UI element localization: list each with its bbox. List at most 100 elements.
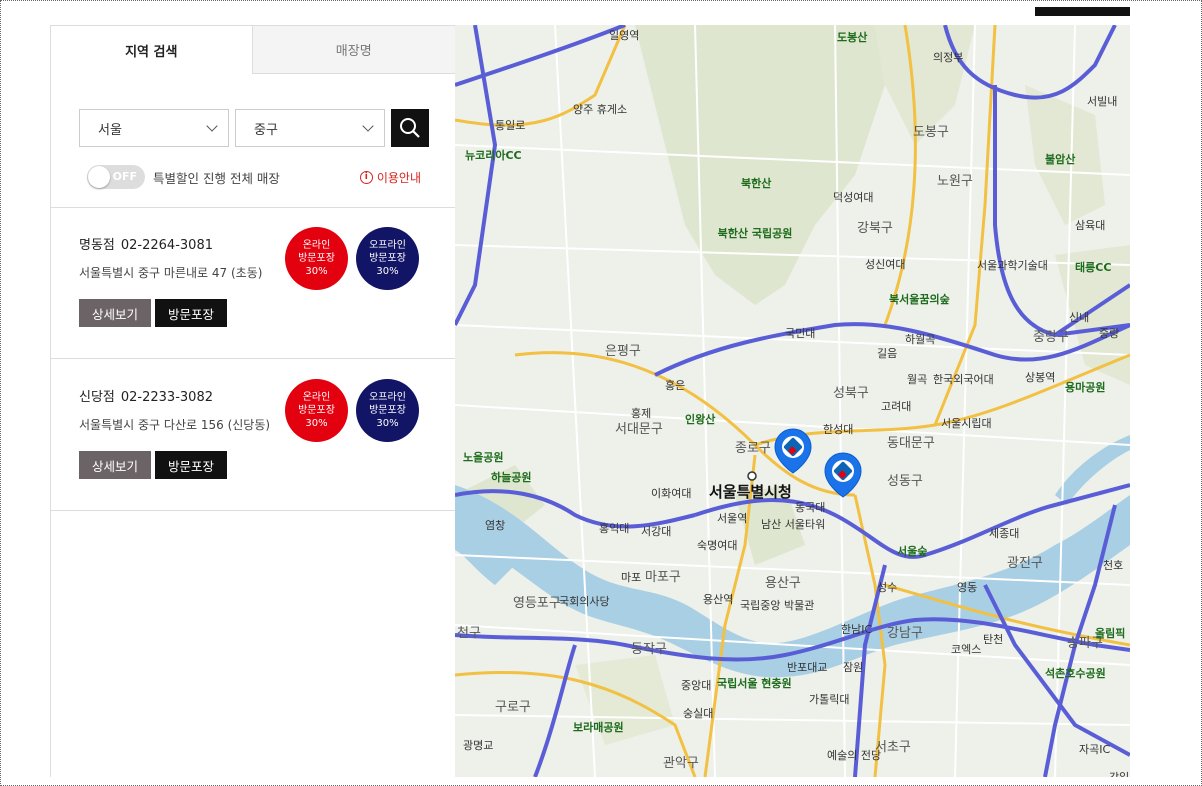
city-select-value: 서울 <box>98 122 122 138</box>
place-label: 남산 서울타워 <box>761 518 825 531</box>
store-search-panel: 지역 검색 매장명 서울 중구 OFF 특별할인 진행 전체 매장 i 이용안내 <box>50 25 456 777</box>
divider <box>51 510 456 511</box>
detail-button[interactable]: 상세보기 <box>79 451 151 479</box>
special-discount-toggle[interactable]: OFF <box>87 165 145 189</box>
pickup-button[interactable]: 방문포장 <box>155 451 227 479</box>
place-label: 탄천 <box>983 632 1003 646</box>
district-label: 노원구 <box>937 174 973 189</box>
usage-guide-label: 이용안내 <box>376 170 421 185</box>
badge-line: 30% <box>305 418 328 429</box>
divider <box>51 358 456 359</box>
chevron-down-icon <box>362 120 374 132</box>
place-label: 잠원 <box>843 661 863 674</box>
place-label: 용산역 <box>703 593 733 606</box>
place-label: 하늘공원 <box>491 470 531 484</box>
store-name: 신당점 <box>79 390 115 405</box>
place-label: 불암산 <box>1045 152 1075 166</box>
store-marker-sindang[interactable] <box>824 452 862 498</box>
badge-line: 온라인 <box>302 392 331 403</box>
place-label: 광명교 <box>463 739 493 752</box>
place-label: 하월곡 <box>905 332 935 346</box>
place-label: 노을공원 <box>463 450 503 464</box>
place-label: 홍제 <box>631 406 651 420</box>
place-label: 성수 <box>877 581 897 594</box>
place-label: 세종대 <box>989 527 1019 540</box>
place-label: 한국외국어대 <box>933 373 994 386</box>
city-select[interactable]: 서울 <box>79 109 229 147</box>
info-icon: i <box>359 170 373 184</box>
place-label: 마포 <box>621 571 641 584</box>
search-button[interactable] <box>391 109 429 147</box>
district-label: 강남구 <box>887 626 923 641</box>
place-label: 염창 <box>485 519 505 532</box>
district-label: 구로구 <box>495 700 531 715</box>
district-label: 성동구 <box>887 474 923 489</box>
detail-button[interactable]: 상세보기 <box>79 299 151 327</box>
tab-region-search[interactable]: 지역 검색 <box>51 25 253 74</box>
offline-pickup-badge: 오프라인 방문포장 30% <box>356 227 419 290</box>
place-label: 서울숲 <box>897 544 927 558</box>
store-map[interactable]: 은평구 서대문구 종로구 성북구 강북구 도봉구 노원구 중랑구 동대문구 성동… <box>455 25 1130 777</box>
badge-line: 방문포장 <box>369 405 406 416</box>
badge-line: 방문포장 <box>298 405 335 416</box>
district-select[interactable]: 중구 <box>235 109 385 147</box>
usage-guide-link[interactable]: i 이용안내 <box>359 169 421 186</box>
place-label: 북한산 <box>741 176 771 190</box>
pickup-button[interactable]: 방문포장 <box>155 299 227 327</box>
district-label: 서대문구 <box>615 422 663 437</box>
place-label: 신내 <box>1069 311 1089 324</box>
region-search-row: 서울 중구 <box>79 109 429 147</box>
place-label: 일영역 <box>609 28 639 42</box>
place-label: 숭실대 <box>683 707 713 720</box>
place-label: 예술의 전당 <box>827 749 881 762</box>
tab-store-name[interactable]: 매장명 <box>252 25 455 74</box>
place-label: 성신여대 <box>865 258 905 271</box>
online-pickup-badge: 온라인 방문포장 30% <box>285 227 348 290</box>
toggle-state: OFF <box>112 170 137 183</box>
place-label: 고려대 <box>881 400 911 413</box>
place-label: 태릉CC <box>1075 260 1111 274</box>
place-label: 국립중앙 박물관 <box>740 599 814 612</box>
place-label: 영동 <box>957 581 977 594</box>
store-actions: 상세보기 방문포장 <box>79 299 227 327</box>
place-label: 석촌호수공원 <box>1045 666 1106 680</box>
city-hall-label: 서울특별시청 <box>709 483 792 501</box>
special-discount-row: OFF 특별할인 진행 전체 매장 i 이용안내 <box>87 165 421 189</box>
district-label: 동작구 <box>631 642 667 657</box>
place-label: 서울시립대 <box>941 417 992 430</box>
special-discount-label: 특별할인 진행 전체 매장 <box>153 170 280 186</box>
search-tabs: 지역 검색 매장명 <box>51 25 455 74</box>
map-canvas[interactable]: 은평구 서대문구 종로구 성북구 강북구 도봉구 노원구 중랑구 동대문구 성동… <box>455 25 1130 777</box>
place-label: 홍은 <box>665 378 685 392</box>
district-label: 동대문구 <box>887 436 935 451</box>
place-label: 한남IC <box>841 623 872 636</box>
place-label: 서강대 <box>641 525 671 538</box>
district-label: 관악구 <box>663 756 699 771</box>
place-label: 상봉역 <box>1025 371 1055 384</box>
district-label: 광진구 <box>1007 556 1043 571</box>
district-label: 도봉구 <box>913 125 949 140</box>
district-label: 성북구 <box>833 386 869 401</box>
place-label: 인왕산 <box>685 412 715 426</box>
place-label: 의정부 <box>933 51 963 64</box>
place-label: 뉴코리아CC <box>465 148 522 162</box>
offline-pickup-badge: 오프라인 방문포장 30% <box>356 379 419 442</box>
top-black-bar <box>1035 7 1130 16</box>
place-label: 서빌내 <box>1087 95 1117 108</box>
place-label: 서울과학기술대 <box>977 259 1048 272</box>
place-label: 길음 <box>877 347 897 360</box>
place-label: 중앙대 <box>681 679 711 692</box>
place-label: 동국대 <box>795 501 825 514</box>
badge-line: 30% <box>376 266 399 277</box>
divider <box>51 207 456 208</box>
online-pickup-badge: 온라인 방문포장 30% <box>285 379 348 442</box>
place-label: 가톨릭대 <box>809 693 849 706</box>
place-label: 이화여대 <box>651 487 691 500</box>
place-label: 홍익대 <box>599 521 629 535</box>
discount-badges: 온라인 방문포장 30% 오프라인 방문포장 30% <box>285 227 419 290</box>
district-label: 강북구 <box>857 221 893 236</box>
store-phone: 02-2264-3081 <box>120 238 213 253</box>
place-label: 북서울꿈의숲 <box>889 292 950 306</box>
place-label: 덕성여대 <box>833 191 873 204</box>
place-label: 강일 <box>1109 770 1129 777</box>
